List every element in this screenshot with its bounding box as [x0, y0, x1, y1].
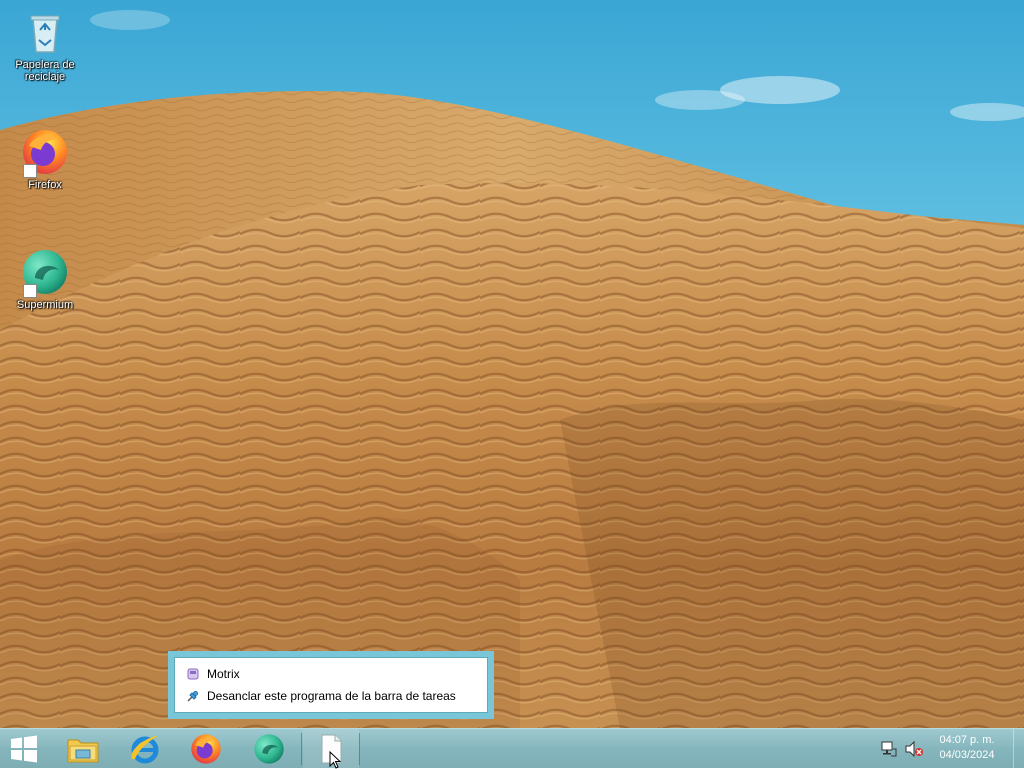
start-button[interactable] [0, 729, 48, 769]
sand-dune-image [0, 10, 1024, 728]
shortcut-arrow-icon [23, 284, 37, 298]
internet-explorer-icon [131, 736, 159, 764]
taskbar-separator [359, 733, 360, 765]
taskbar-firefox[interactable] [177, 729, 235, 769]
taskbar-jump-list: Motrix Desanclar este programa de la bar… [168, 651, 494, 719]
taskbar: 04:07 p. m. 04/03/2024 [0, 728, 1024, 769]
taskbar-internet-explorer[interactable] [116, 729, 174, 769]
supermium-icon [21, 248, 69, 298]
taskbar-file-explorer[interactable] [54, 729, 112, 769]
jump-list-unpin-label: Desanclar este programa de la barra de t… [207, 689, 456, 703]
unpin-icon [187, 690, 199, 702]
supermium-icon [254, 734, 284, 764]
shortcut-arrow-icon [23, 164, 37, 178]
desktop-icon-label: Supermium [16, 299, 74, 311]
jump-list-item-unpin[interactable]: Desanclar este programa de la barra de t… [175, 685, 487, 707]
taskbar-motrix[interactable] [303, 729, 359, 769]
mouse-cursor-icon [329, 751, 341, 769]
clock-time: 04:07 p. m. [939, 734, 995, 746]
desktop-icon-firefox[interactable]: Firefox [5, 128, 85, 191]
desktop-icon-supermium[interactable]: Supermium [5, 248, 85, 311]
file-explorer-icon [67, 739, 99, 763]
clock-date: 04/03/2024 [939, 749, 995, 761]
windows-logo-icon [11, 735, 37, 763]
desktop-icon-label: Firefox [28, 179, 62, 191]
desktop-wallpaper [0, 0, 1024, 728]
desktop-icon-label: Papelera de reciclaje [15, 59, 75, 83]
firefox-icon [191, 734, 221, 764]
volume-muted-icon[interactable] [904, 740, 924, 758]
jump-list-app-label: Motrix [207, 667, 240, 681]
desktop-icon-recycle-bin[interactable]: Papelera de reciclaje [5, 8, 85, 83]
network-icon[interactable] [880, 740, 898, 758]
taskbar-separator [301, 733, 302, 765]
motrix-small-icon [187, 668, 199, 680]
jump-list-item-open-app[interactable]: Motrix [175, 663, 487, 685]
taskbar-clock[interactable]: 04:07 p. m. 04/03/2024 [932, 733, 1002, 763]
taskbar-supermium[interactable] [240, 729, 298, 769]
recycle-bin-icon [21, 8, 69, 56]
jump-list-panel: Motrix Desanclar este programa de la bar… [174, 657, 488, 713]
show-desktop-button[interactable] [1013, 729, 1024, 769]
firefox-icon [21, 128, 69, 178]
